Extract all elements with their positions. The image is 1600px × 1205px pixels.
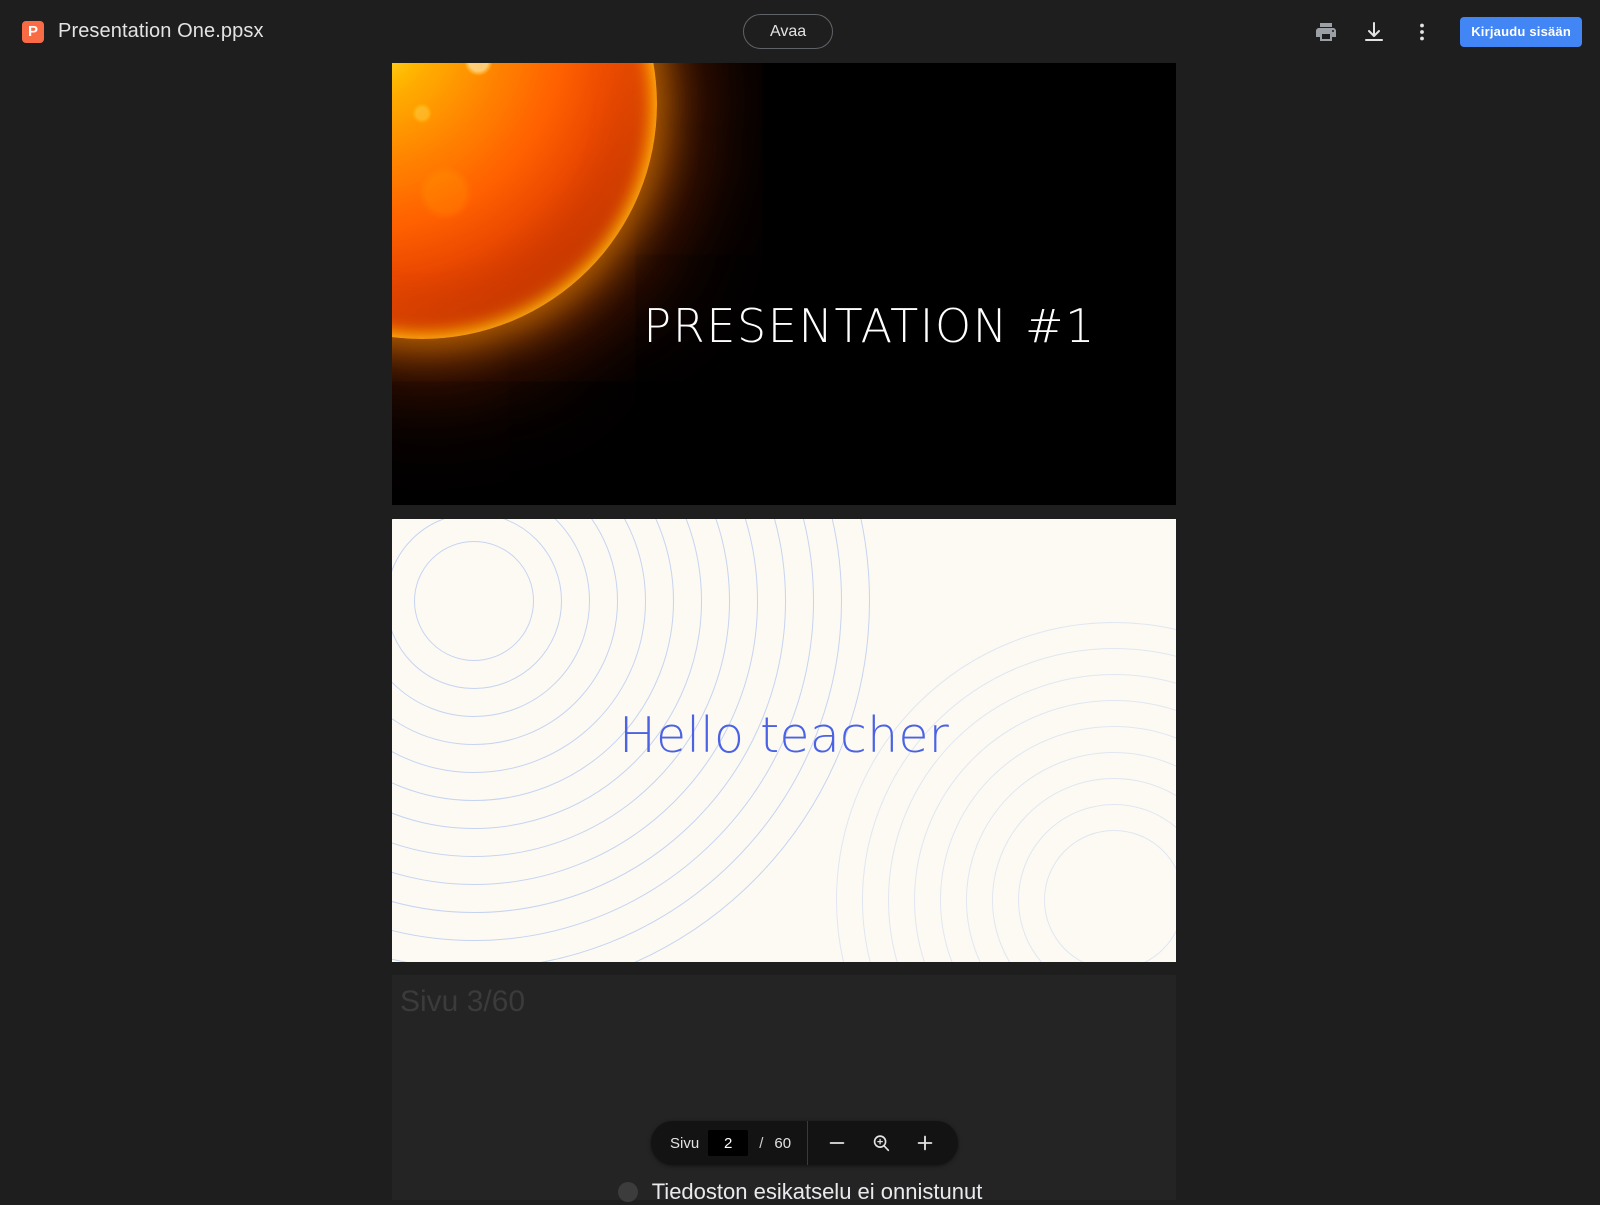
page-total-count: 60 [774,1134,792,1152]
file-name-label: Presentation One.ppsx [58,20,264,42]
zoom-reset-button[interactable] [862,1124,900,1162]
download-button[interactable] [1350,8,1398,56]
slide-viewer[interactable]: PRESENTATION #1 Hello teacher Sivu 3/60 [0,63,1600,1200]
preview-status-message: Tiedoston esikatselu ei onnistunut [651,1179,983,1204]
more-options-button[interactable] [1398,8,1446,56]
more-vertical-icon [1410,20,1434,44]
zoom-controls [808,1121,958,1165]
page-navigation-bar: Sivu / 60 [651,1121,959,1165]
slide-1[interactable]: PRESENTATION #1 [392,63,1176,505]
toolbar-actions: Kirjaudu sisään [1302,0,1582,63]
slide-2[interactable]: Hello teacher [392,519,1176,962]
file-identity: P Presentation One.ppsx [22,20,264,43]
powerpoint-icon-letter: P [27,23,38,40]
slide-1-title: PRESENTATION #1 [643,299,1096,353]
sun-image [392,63,657,339]
magnifier-plus-icon [870,1132,892,1154]
open-button[interactable]: Avaa [743,14,834,49]
page-number-group: Sivu / 60 [651,1121,807,1165]
zoom-out-button[interactable] [818,1124,856,1162]
page-separator: / [759,1134,764,1152]
preview-status-bar: Tiedoston esikatselu ei onnistunut [0,1179,1600,1205]
info-icon [617,1182,638,1202]
slide-2-title: Hello teacher [618,707,950,764]
plus-icon [914,1132,936,1154]
print-icon [1314,20,1338,44]
sign-in-button[interactable]: Kirjaudu sisään [1460,16,1582,47]
decorative-arcs-bottom-right [836,622,1176,962]
powerpoint-icon: P [22,20,44,43]
page-label: Sivu [670,1134,700,1152]
minus-icon [826,1132,848,1154]
slide-3-page-label: Sivu 3/60 [400,985,526,1018]
zoom-in-button[interactable] [906,1124,944,1162]
slide-3-placeholder[interactable]: Sivu 3/60 [392,975,1176,1200]
decorative-arcs-top-left [392,519,870,962]
download-icon [1362,20,1386,44]
page-number-input[interactable] [708,1130,749,1156]
top-toolbar: P Presentation One.ppsx Avaa Kirjaudu si… [0,0,1600,63]
print-button[interactable] [1302,8,1350,56]
